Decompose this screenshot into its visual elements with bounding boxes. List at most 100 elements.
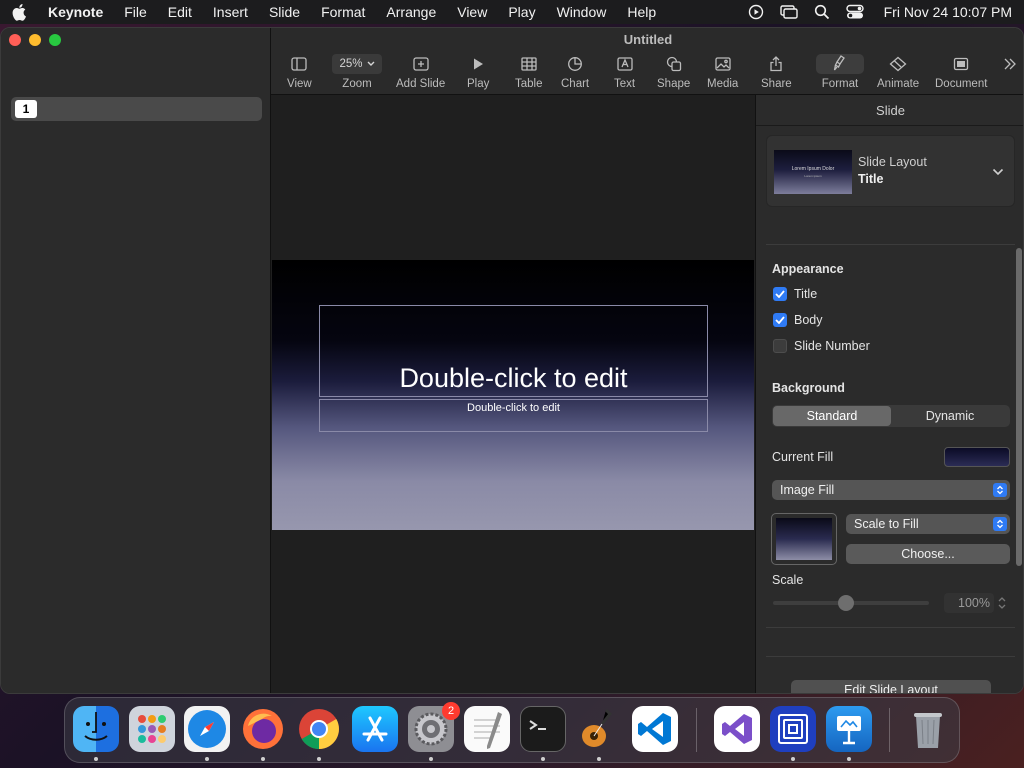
- menu-play[interactable]: Play: [508, 4, 535, 20]
- finder-icon[interactable]: [73, 706, 119, 752]
- image-well[interactable]: [771, 513, 837, 565]
- tab-slide[interactable]: Slide: [756, 95, 1023, 126]
- current-fill-label: Current Fill: [772, 450, 834, 464]
- menu-arrange[interactable]: Arrange: [386, 4, 436, 20]
- menu-app-keynote[interactable]: Keynote: [48, 4, 103, 20]
- minimize-button[interactable]: [29, 34, 41, 46]
- textedit-icon[interactable]: [464, 706, 510, 752]
- scale-value-field[interactable]: 100%: [944, 593, 994, 613]
- apple-icon[interactable]: [12, 3, 30, 21]
- menu-window[interactable]: Window: [557, 4, 607, 20]
- slide-layout-label: Slide Layout: [858, 155, 927, 169]
- add-slide-icon: [412, 54, 429, 74]
- visual-studio-code-icon[interactable]: [632, 706, 678, 752]
- chevron-down-icon[interactable]: [992, 164, 1004, 179]
- segment-dynamic[interactable]: Dynamic: [891, 406, 1009, 426]
- toolbar-overflow-button[interactable]: [1003, 54, 1017, 74]
- choose-image-button[interactable]: Choose...: [846, 544, 1010, 564]
- dock-divider: [696, 708, 697, 752]
- slide-layout-picker[interactable]: Lorem Ipsum Dolor Lorem ipsum Slide Layo…: [766, 135, 1015, 207]
- slide-canvas[interactable]: Double-click to edit Double-click to edi…: [271, 95, 755, 693]
- menu-edit[interactable]: Edit: [168, 4, 192, 20]
- app-store-icon[interactable]: [352, 706, 398, 752]
- fill-type-popup[interactable]: Image Fill: [772, 480, 1010, 500]
- screen-mirroring-icon[interactable]: [779, 4, 798, 20]
- checkmark-icon[interactable]: [773, 313, 787, 327]
- menu-format[interactable]: Format: [321, 4, 365, 20]
- segment-standard[interactable]: Standard: [773, 406, 891, 426]
- zoom-popup[interactable]: 25%: [332, 54, 382, 74]
- screen-sharing-icon[interactable]: [770, 706, 816, 752]
- edit-slide-layout-button[interactable]: Edit Slide Layout: [791, 680, 991, 693]
- firefox-icon[interactable]: [240, 706, 286, 752]
- share-icon: [769, 54, 783, 74]
- garageband-icon[interactable]: [576, 706, 622, 752]
- menu-bar: Keynote File Edit Insert Slide Format Ar…: [0, 0, 1024, 24]
- title-placeholder[interactable]: Double-click to edit: [319, 305, 708, 397]
- photo-icon: [715, 54, 731, 74]
- chrome-icon[interactable]: [296, 706, 342, 752]
- menu-slide[interactable]: Slide: [269, 4, 300, 20]
- shape-icon: [666, 54, 682, 74]
- menu-help[interactable]: Help: [627, 4, 656, 20]
- share-button[interactable]: Share: [761, 54, 792, 90]
- keynote-icon[interactable]: [826, 706, 872, 752]
- scale-stepper[interactable]: [996, 593, 1008, 613]
- running-indicator: [94, 757, 98, 761]
- diamond-icon: [889, 54, 907, 74]
- current-fill-swatch[interactable]: [944, 447, 1010, 467]
- layout-thumbnail: Lorem Ipsum Dolor Lorem ipsum: [774, 150, 852, 194]
- fullscreen-button[interactable]: [49, 34, 61, 46]
- title-checkbox[interactable]: Title: [773, 287, 817, 301]
- slide-navigator: 1: [1, 28, 271, 693]
- menu-insert[interactable]: Insert: [213, 4, 248, 20]
- document-button[interactable]: Document: [935, 54, 987, 90]
- inspector-scrollbar[interactable]: [1016, 248, 1022, 566]
- text-button[interactable]: Text: [614, 54, 635, 90]
- format-inspector: Slide Lorem Ipsum Dolor Lorem ipsum Slid…: [755, 95, 1023, 693]
- up-down-chevron-icon: [993, 517, 1007, 531]
- shape-button[interactable]: Shape: [657, 54, 690, 90]
- checkbox-empty[interactable]: [773, 339, 787, 353]
- chart-button[interactable]: Chart: [561, 54, 589, 90]
- slide-number-checkbox[interactable]: Slide Number: [773, 339, 870, 353]
- paintbrush-icon: [816, 54, 864, 74]
- slider-knob[interactable]: [838, 595, 854, 611]
- zoom-control[interactable]: 25% Zoom: [332, 54, 382, 90]
- spotlight-search-icon[interactable]: [814, 4, 830, 20]
- running-indicator: [317, 757, 321, 761]
- body-checkbox[interactable]: Body: [773, 313, 823, 327]
- close-button[interactable]: [9, 34, 21, 46]
- scale-mode-popup[interactable]: Scale to Fill: [846, 514, 1010, 534]
- dock-divider: [889, 708, 890, 752]
- play-button[interactable]: Play: [467, 54, 489, 90]
- visual-studio-icon[interactable]: [714, 706, 760, 752]
- screen-record-icon[interactable]: [748, 4, 764, 20]
- table-button[interactable]: Table: [515, 54, 543, 90]
- background-heading: Background: [772, 381, 845, 395]
- slide-number: 1: [15, 100, 37, 118]
- slide-thumbnail-1[interactable]: 1: [11, 97, 262, 121]
- view-button[interactable]: View: [287, 54, 312, 90]
- media-button[interactable]: Media: [707, 54, 738, 90]
- launchpad-icon[interactable]: [129, 706, 175, 752]
- table-icon: [521, 54, 537, 74]
- slide-layout-value: Title: [858, 172, 884, 186]
- format-button[interactable]: Format: [816, 54, 864, 90]
- animate-button[interactable]: Animate: [877, 54, 919, 90]
- slide[interactable]: Double-click to edit Double-click to edi…: [272, 260, 754, 530]
- menu-clock[interactable]: Fri Nov 24 10:07 PM: [884, 4, 1012, 20]
- trash-icon[interactable]: [905, 706, 951, 752]
- safari-icon[interactable]: [184, 706, 230, 752]
- terminal-icon[interactable]: [520, 706, 566, 752]
- body-placeholder[interactable]: Double-click to edit: [319, 399, 708, 432]
- control-center-icon[interactable]: [845, 4, 864, 20]
- running-indicator: [597, 757, 601, 761]
- running-indicator: [429, 757, 433, 761]
- scale-slider[interactable]: [773, 595, 929, 611]
- add-slide-button[interactable]: Add Slide: [396, 54, 445, 90]
- menu-file[interactable]: File: [124, 4, 147, 20]
- keynote-window: 1 Untitled View 25% Zoom Add Slide Play …: [0, 27, 1024, 694]
- checkmark-icon[interactable]: [773, 287, 787, 301]
- menu-view[interactable]: View: [457, 4, 487, 20]
